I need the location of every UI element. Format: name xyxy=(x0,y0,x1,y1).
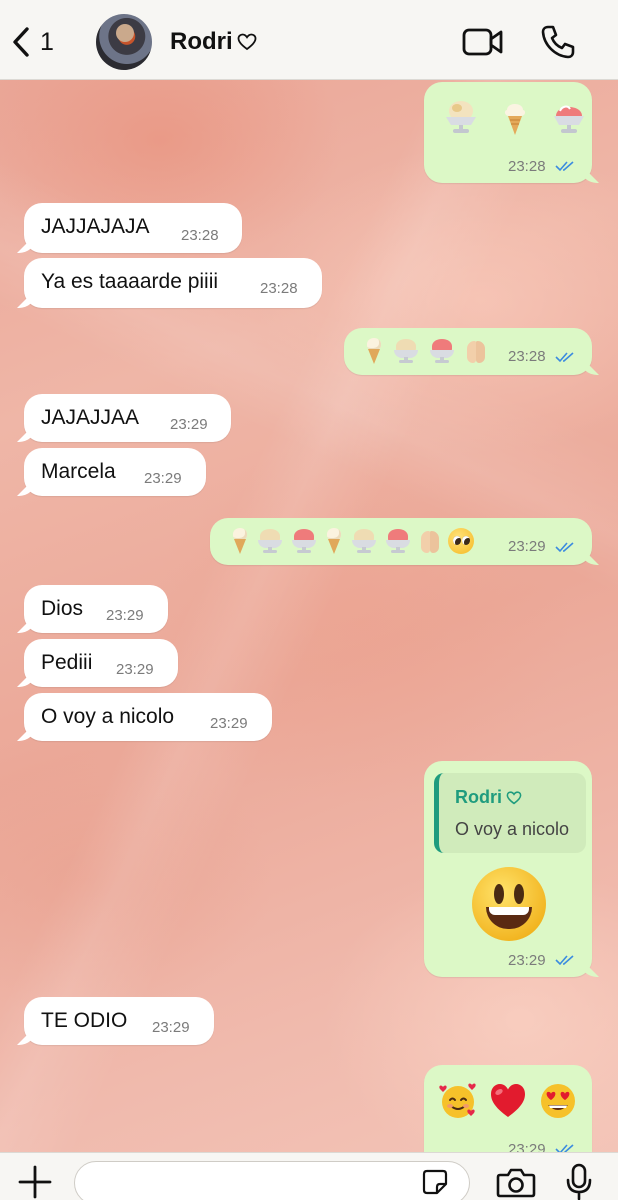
grinning-face-emoji xyxy=(472,867,546,941)
chat-header: 1 Rodri xyxy=(0,0,618,80)
shaved-ice-emoji xyxy=(290,528,318,554)
message-bubble-incoming[interactable]: O voy a nicolo 23:29 xyxy=(24,693,272,741)
sundae-emoji xyxy=(442,98,480,136)
message-time: 23:28 xyxy=(181,227,219,244)
message-bubble-incoming[interactable]: JAJJAJAJA 23:28 xyxy=(24,203,242,253)
read-receipt-icon xyxy=(555,542,574,553)
read-receipt-icon xyxy=(555,352,574,363)
read-receipt-icon xyxy=(555,161,574,172)
microphone-icon xyxy=(566,1163,592,1200)
ice-cream-emoji xyxy=(230,528,250,554)
contact-name-label: Rodri xyxy=(170,28,233,55)
message-time: 23:29 xyxy=(116,661,154,678)
message-time: 23:28 xyxy=(508,158,546,175)
ice-cream-emoji xyxy=(496,98,534,136)
heart-outline-icon xyxy=(237,33,257,51)
sundae-emoji xyxy=(350,528,378,554)
message-bubble-outgoing-reply[interactable]: Rodri O voy a nicolo 23:29 xyxy=(424,761,592,977)
message-time: 23:28 xyxy=(508,348,546,365)
message-bubble-outgoing[interactable]: 23:28 xyxy=(424,82,592,183)
video-camera-icon xyxy=(462,28,503,56)
phone-icon xyxy=(541,25,575,59)
message-time: 23:28 xyxy=(260,280,298,297)
message-bubble-outgoing[interactable]: 23:29 xyxy=(210,518,592,565)
ice-cream-emoji xyxy=(324,528,344,554)
quoted-text: O voy a nicolo xyxy=(455,819,570,839)
back-button[interactable]: 1 xyxy=(10,24,70,60)
message-bubble-incoming[interactable]: Marcela 23:29 xyxy=(24,448,206,496)
heart-eyes-emoji xyxy=(538,1081,576,1119)
microphone-button[interactable] xyxy=(566,1163,592,1200)
quoted-author-name: Rodri xyxy=(455,787,502,807)
message-bubble-incoming[interactable]: Ya es taaaarde piiii 23:28 xyxy=(24,258,322,308)
shaved-ice-emoji xyxy=(384,528,412,554)
video-call-button[interactable] xyxy=(462,26,504,58)
message-text: Marcela xyxy=(41,460,116,483)
sundae-emoji xyxy=(392,338,420,364)
composer-bar xyxy=(0,1152,618,1200)
message-time: 23:29 xyxy=(106,607,144,624)
read-receipt-icon xyxy=(555,955,574,966)
message-time: 23:29 xyxy=(170,416,208,433)
message-text: TE ODIO xyxy=(41,1009,128,1032)
message-time: 23:29 xyxy=(144,470,182,487)
emoji-row xyxy=(438,1081,576,1119)
heart-outline-icon xyxy=(506,790,522,804)
folded-hands-emoji xyxy=(418,528,442,554)
message-text: JAJAJJAA xyxy=(41,406,140,429)
plus-icon xyxy=(18,1165,52,1199)
camera-icon xyxy=(496,1168,536,1198)
ice-cream-emoji xyxy=(364,338,384,364)
message-text: Dios xyxy=(41,597,84,620)
unread-count: 1 xyxy=(40,27,54,56)
attach-button[interactable] xyxy=(18,1165,52,1199)
message-input[interactable] xyxy=(74,1161,470,1200)
sticker-icon xyxy=(422,1169,448,1195)
emoji-row xyxy=(230,528,474,554)
quoted-author: Rodri xyxy=(455,787,522,808)
emoji-row xyxy=(442,98,588,136)
camera-button[interactable] xyxy=(496,1167,536,1199)
voice-call-button[interactable] xyxy=(540,24,576,60)
avatar[interactable] xyxy=(96,14,152,70)
message-time: 23:29 xyxy=(508,952,546,969)
message-text: Pediii xyxy=(41,651,93,674)
message-time: 23:29 xyxy=(152,1019,190,1036)
red-heart-emoji xyxy=(488,1081,526,1119)
quoted-message[interactable]: Rodri O voy a nicolo xyxy=(434,773,586,853)
message-bubble-outgoing[interactable]: 23:28 xyxy=(344,328,592,375)
message-bubble-incoming[interactable]: JAJAJJAA 23:29 xyxy=(24,394,231,442)
smiling-face-with-hearts-emoji xyxy=(438,1081,476,1119)
pleading-face-emoji xyxy=(448,528,474,554)
chat-screen: 1 Rodri 23:28 JAJJAJAJA 23:28 Ya es taaa… xyxy=(0,0,618,1200)
message-bubble-incoming[interactable]: Dios 23:29 xyxy=(24,585,168,633)
chevron-left-icon xyxy=(13,27,29,57)
shaved-ice-emoji xyxy=(550,98,588,136)
shaved-ice-emoji xyxy=(428,338,456,364)
message-bubble-incoming[interactable]: Pediii 23:29 xyxy=(24,639,178,687)
message-time: 23:29 xyxy=(210,715,248,732)
emoji-row xyxy=(364,338,488,364)
message-time: 23:29 xyxy=(508,538,546,555)
message-bubble-incoming[interactable]: TE ODIO 23:29 xyxy=(24,997,214,1045)
message-text: Ya es taaaarde piiii xyxy=(41,270,219,293)
folded-hands-emoji xyxy=(464,338,488,364)
message-text: JAJJAJAJA xyxy=(41,215,150,238)
sundae-emoji xyxy=(256,528,284,554)
message-text: O voy a nicolo xyxy=(41,705,175,728)
contact-name[interactable]: Rodri xyxy=(170,28,257,56)
sticker-button[interactable] xyxy=(422,1169,448,1195)
